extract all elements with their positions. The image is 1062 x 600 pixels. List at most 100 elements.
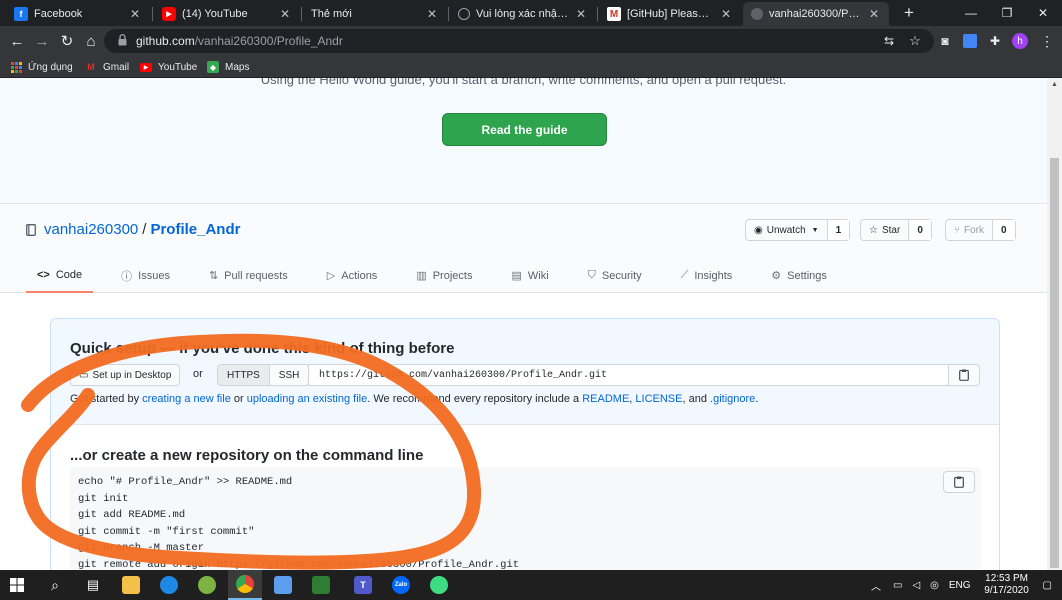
repo-owner-link[interactable]: vanhai260300: [44, 221, 138, 238]
battery-icon[interactable]: ▭: [893, 580, 902, 591]
https-button[interactable]: HTTPS: [218, 365, 270, 385]
url-text: github.com/vanhai260300/Profile_Andr: [136, 34, 343, 48]
command-line-code-block: echo "# Profile_Andr" >> README.md git i…: [70, 467, 981, 570]
pull-request-icon: ⇅: [208, 270, 219, 282]
show-hidden-icons-icon[interactable]: ︿: [871, 578, 881, 593]
close-window-icon[interactable]: ✕: [1026, 0, 1060, 26]
close-tab-icon[interactable]: ✕: [574, 7, 588, 21]
license-link[interactable]: LICENSE: [635, 393, 682, 405]
tab-wiki[interactable]: ▤ Wiki: [500, 258, 559, 293]
back-icon[interactable]: ←: [6, 30, 28, 52]
quick-setup-panel: Quick setup — if you've done this kind o…: [51, 319, 999, 425]
tab-projects[interactable]: ▥ Projects: [405, 258, 483, 293]
search-icon[interactable]: ⌕: [38, 570, 72, 600]
tab-actions[interactable]: ▷ Actions: [316, 258, 389, 293]
pycharm-icon[interactable]: [304, 570, 338, 600]
close-tab-icon[interactable]: ✕: [128, 7, 142, 21]
app-icon[interactable]: [190, 570, 224, 600]
scroll-up-icon[interactable]: ▲: [1051, 81, 1058, 88]
clone-url-input[interactable]: https://github.com/vanhai260300/Profile_…: [308, 364, 950, 386]
command-line-title: ...or create a new repository on the com…: [70, 447, 424, 464]
or-text-inline: or: [230, 393, 247, 405]
tab-youtube[interactable]: ▶ (14) YouTube ✕: [154, 2, 300, 26]
bookmark-gmail[interactable]: M Gmail: [85, 59, 129, 75]
tab-label: Issues: [138, 269, 170, 282]
reload-icon[interactable]: ↻: [56, 30, 78, 52]
hello-world-banner: Using the Hello World guide, you'll star…: [0, 78, 1047, 204]
language-indicator[interactable]: ENG: [949, 580, 971, 591]
bookmark-apps[interactable]: Ứng dụng: [10, 59, 73, 75]
bookmark-star-icon[interactable]: ☆: [906, 32, 924, 50]
camera-extension-icon[interactable]: ◙: [936, 32, 954, 50]
tab-new-tab[interactable]: Thẻ mới ✕: [303, 2, 447, 26]
tab-github-verify[interactable]: Vui lòng xác nhận địa c ✕: [450, 2, 596, 26]
forward-icon[interactable]: →: [31, 30, 53, 52]
profile-avatar[interactable]: h: [1011, 32, 1029, 50]
bookmark-youtube[interactable]: ▶ YouTube: [140, 59, 197, 75]
setup-desktop-button[interactable]: ▭ Set up in Desktop: [70, 364, 181, 386]
tab-code[interactable]: <> Code: [26, 258, 94, 293]
gitignore-link[interactable]: .gitignore: [710, 393, 755, 405]
quick-setup-box: Quick setup — if you've done this kind o…: [50, 318, 1000, 570]
restore-icon[interactable]: ❐: [990, 0, 1024, 26]
tab-issues[interactable]: ⓘ Issues: [110, 258, 181, 293]
android-studio-icon[interactable]: [422, 570, 456, 600]
and-text: , and: [682, 393, 711, 405]
teams-icon[interactable]: T: [346, 570, 380, 600]
tab-active-repo[interactable]: vanhai260300/Profile_A ✕: [743, 2, 889, 26]
close-tab-icon[interactable]: ✕: [867, 7, 881, 21]
desktop-button-label: Set up in Desktop: [92, 369, 172, 381]
windows-start-icon[interactable]: [0, 570, 34, 600]
address-bar[interactable]: github.com/vanhai260300/Profile_Andr ⇆ ☆: [104, 29, 934, 53]
youtube-icon: ▶: [140, 62, 152, 72]
upload-file-link[interactable]: uploading an existing file: [247, 393, 367, 405]
new-tab-button[interactable]: +: [892, 0, 926, 26]
tab-gmail[interactable]: M [GitHub] Please verify y ✕: [599, 2, 741, 26]
close-tab-icon[interactable]: ✕: [425, 7, 439, 21]
bookmark-label: Gmail: [103, 61, 130, 73]
copy-commands-button[interactable]: [943, 471, 975, 493]
page-scrollbar[interactable]: ▲: [1047, 78, 1062, 570]
translate-icon[interactable]: ⇆: [880, 32, 898, 50]
unwatch-button[interactable]: ◉ Unwatch ▼: [746, 220, 827, 240]
menu-kebab-icon[interactable]: ⋮: [1038, 32, 1056, 50]
close-tab-icon[interactable]: ✕: [719, 7, 733, 21]
chrome-icon[interactable]: [228, 570, 262, 600]
close-tab-icon[interactable]: ✕: [278, 7, 292, 21]
readme-link[interactable]: README: [582, 393, 629, 405]
tab-title: Thẻ mới: [311, 8, 352, 20]
edge-icon[interactable]: [152, 570, 186, 600]
create-new-file-link[interactable]: creating a new file: [142, 393, 231, 405]
zalo-icon[interactable]: Zalo: [384, 570, 418, 600]
notifications-icon[interactable]: ▢: [1043, 580, 1052, 591]
star-button[interactable]: ☆ Star: [861, 220, 908, 240]
tab-pull-requests[interactable]: ⇅ Pull requests: [198, 258, 299, 293]
tab-security[interactable]: ⛉ Security: [577, 258, 653, 293]
fork-button[interactable]: ⑂ Fork: [946, 220, 992, 240]
clock[interactable]: 12:53 PM 9/17/2020: [979, 573, 1035, 597]
ssh-button[interactable]: SSH: [269, 365, 309, 385]
network-globe-icon[interactable]: ◎: [930, 580, 939, 591]
tab-facebook[interactable]: f Facebook ✕: [6, 2, 150, 26]
tab-insights[interactable]: ⟋ Insights: [670, 258, 744, 293]
read-guide-button[interactable]: Read the guide: [442, 113, 607, 146]
copy-url-button[interactable]: [948, 364, 980, 386]
issue-icon: ⓘ: [121, 270, 133, 283]
scrollbar-thumb[interactable]: [1050, 158, 1059, 568]
star-count[interactable]: 0: [908, 220, 931, 240]
watch-count[interactable]: 1: [826, 220, 850, 240]
translate-extension-icon[interactable]: [961, 32, 979, 50]
repo-name-link[interactable]: Profile_Andr: [150, 221, 240, 238]
extensions-puzzle-icon[interactable]: ✚: [986, 32, 1004, 50]
bookmark-label: Maps: [225, 61, 250, 73]
volume-icon[interactable]: ◁: [912, 580, 920, 591]
task-view-icon[interactable]: ▤: [76, 570, 110, 600]
lock-icon: [118, 34, 127, 46]
bookmark-maps[interactable]: ◆ Maps: [207, 59, 249, 75]
virtualbox-icon[interactable]: [266, 570, 300, 600]
minimize-icon[interactable]: —: [954, 0, 988, 26]
home-icon[interactable]: ⌂: [80, 30, 102, 52]
file-explorer-icon[interactable]: [114, 570, 148, 600]
tab-settings[interactable]: ⚙ Settings: [760, 258, 838, 293]
fork-count[interactable]: 0: [992, 220, 1015, 240]
